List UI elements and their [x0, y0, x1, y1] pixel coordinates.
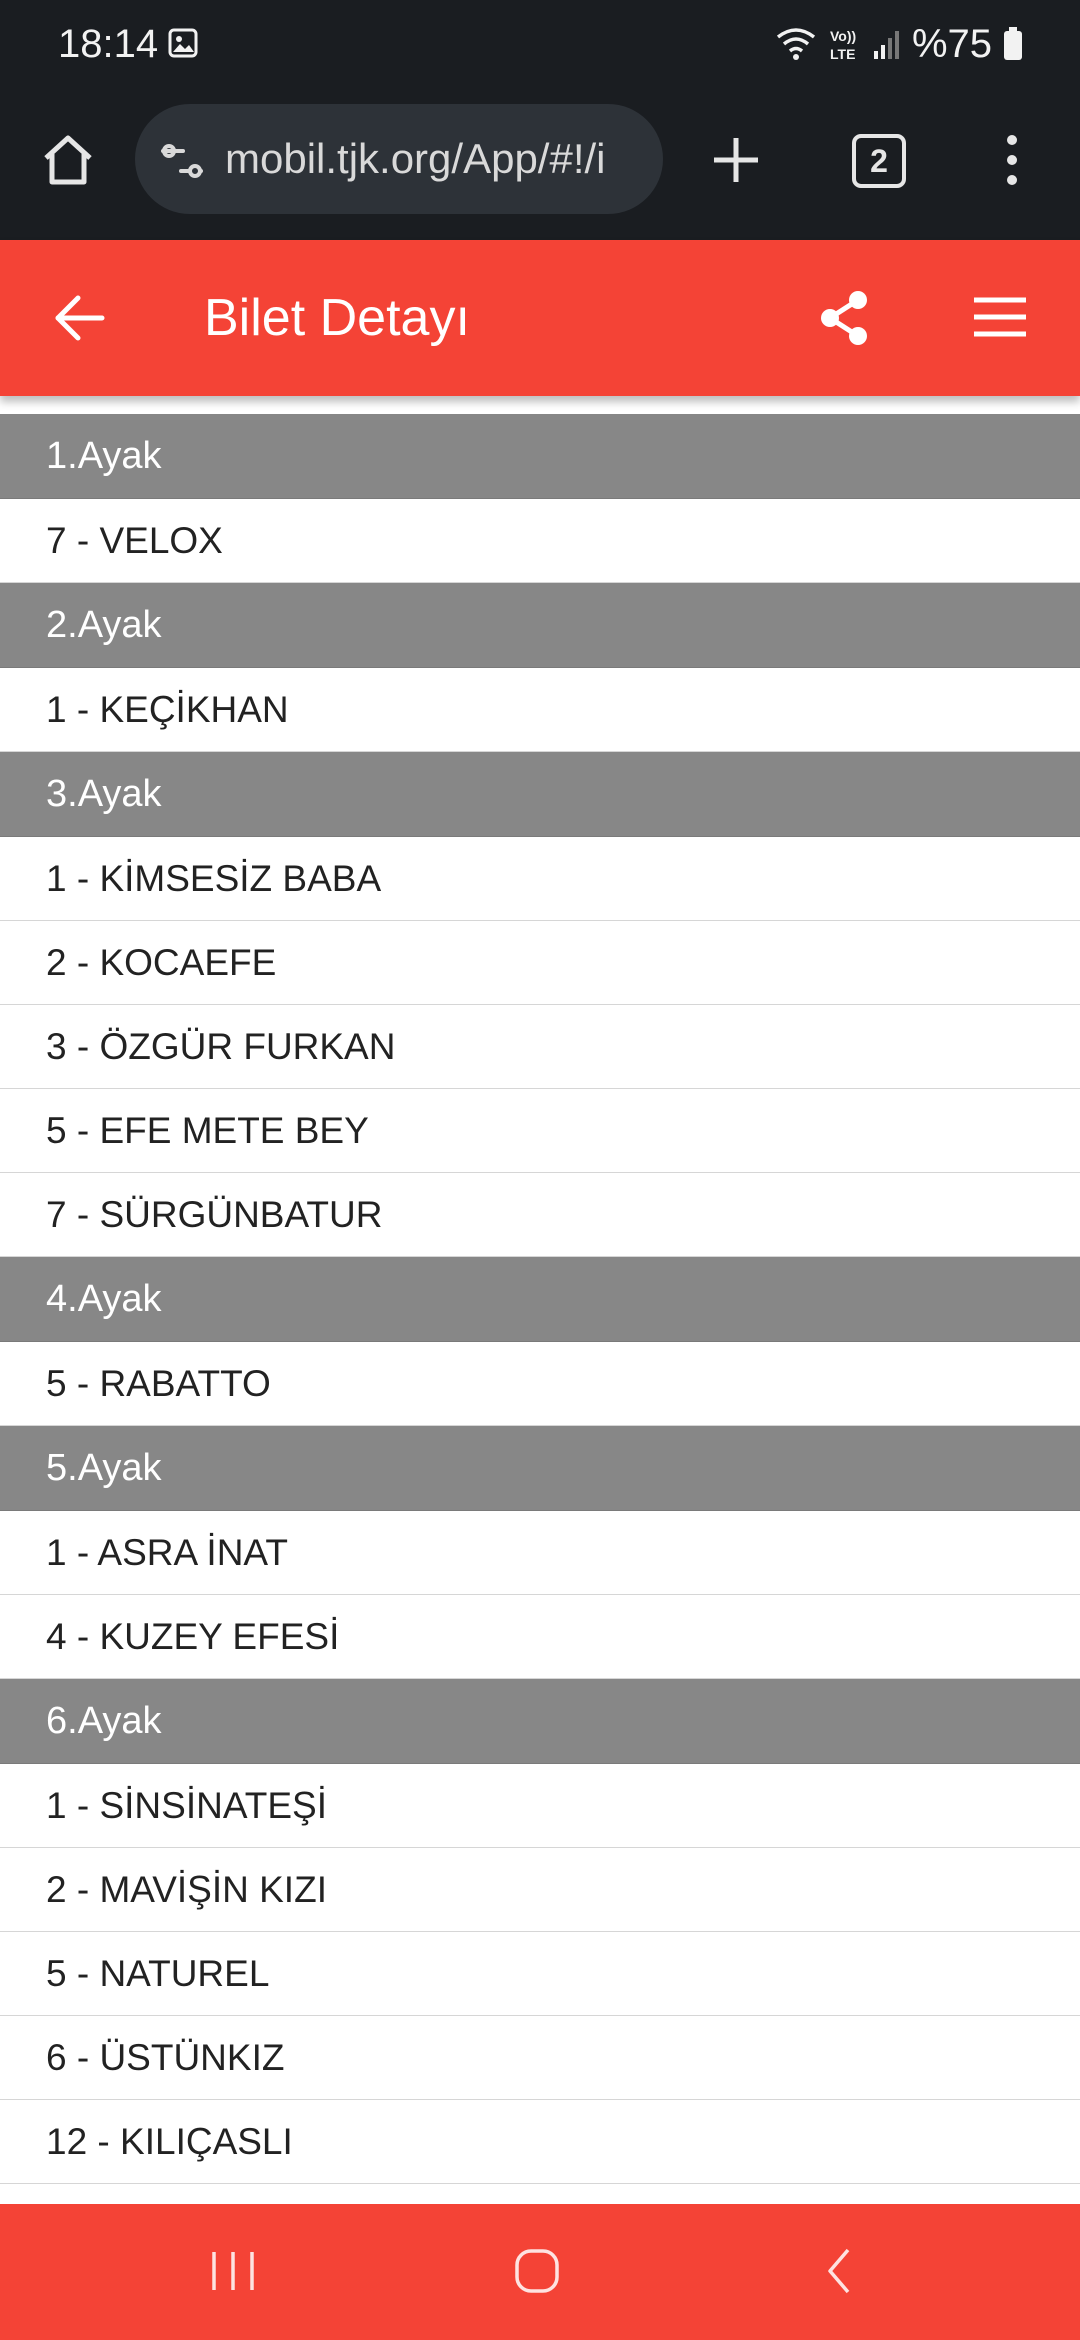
runner-row: 2 - MAVİŞİN KIZI — [0, 1848, 1080, 1932]
tab-switcher-button[interactable]: 2 — [852, 134, 906, 188]
runner-row: 5 - RABATTO — [0, 1342, 1080, 1426]
plus-icon[interactable] — [706, 130, 766, 190]
runner-row: 7 - SÜRGÜNBATUR — [0, 1173, 1080, 1257]
system-nav-bar — [0, 2204, 1080, 2340]
signal-icon — [873, 31, 899, 59]
runner-row: 5 - EFE METE BEY — [0, 1089, 1080, 1173]
leg-header: 1.Ayak — [0, 414, 1080, 499]
home-icon[interactable] — [38, 130, 98, 190]
gallery-icon — [168, 28, 198, 58]
page-title: Bilet Detayı — [204, 289, 470, 347]
volte-icon: Vo)) LTE — [830, 28, 856, 62]
leg-header: 6.Ayak — [0, 1679, 1080, 1764]
address-bar[interactable]: mobil.tjk.org/App/#!/i — [135, 104, 663, 214]
ticket-detail-list: 1.Ayak 7 - VELOX 2.Ayak 1 - KEÇİKHAN 3.Ayak 1… — [0, 414, 1080, 2194]
runner-row: 1 - ASRA İNAT — [0, 1511, 1080, 1595]
more-vert-icon[interactable] — [1000, 130, 1024, 190]
arrow-back-icon[interactable] — [52, 290, 108, 346]
status-indicators: Vo)) LTE %75 — [774, 20, 1024, 68]
runner-row: 1 - KİMSESİZ BABA — [0, 837, 1080, 921]
recents-icon[interactable] — [208, 2248, 258, 2294]
leg-header: 5.Ayak — [0, 1426, 1080, 1511]
browser-toolbar: mobil.tjk.org/App/#!/i 2 — [0, 90, 1080, 240]
battery-icon — [1004, 27, 1022, 60]
menu-icon[interactable] — [972, 292, 1028, 342]
runner-row: 6 - ÜSTÜNKIZ — [0, 2016, 1080, 2100]
runner-row: 2 - KOCAEFE — [0, 921, 1080, 1005]
battery-percent: %75 — [911, 22, 992, 66]
runner-row: 12 - KILIÇASLI — [0, 2100, 1080, 2184]
runner-row: 4 - KUZEY EFESİ — [0, 1595, 1080, 1679]
runner-row: 1 - SİNSİNATEŞİ — [0, 1764, 1080, 1848]
runner-row: 3 - ÖZGÜR FURKAN — [0, 1005, 1080, 1089]
app-header: Bilet Detayı — [0, 240, 1080, 396]
svg-text:Vo)): Vo)) — [830, 28, 856, 44]
back-chevron-icon[interactable] — [824, 2246, 854, 2296]
site-settings-icon[interactable] — [159, 141, 205, 181]
runner-row: 7 - VELOX — [0, 499, 1080, 583]
leg-header: 3.Ayak — [0, 752, 1080, 837]
home-circle-icon[interactable] — [512, 2246, 562, 2296]
url-text[interactable]: mobil.tjk.org/App/#!/i — [225, 132, 645, 186]
leg-header: 2.Ayak — [0, 583, 1080, 668]
status-time: 18:14 — [58, 22, 159, 66]
share-icon[interactable] — [814, 288, 874, 348]
wifi-icon — [776, 28, 816, 60]
runner-row: 1 - KEÇİKHAN — [0, 668, 1080, 752]
svg-text:LTE: LTE — [830, 46, 855, 62]
leg-header: 4.Ayak — [0, 1257, 1080, 1342]
runner-row: 5 - NATUREL — [0, 1932, 1080, 2016]
status-bar: 18:14 Vo)) LTE %75 — [0, 0, 1080, 90]
